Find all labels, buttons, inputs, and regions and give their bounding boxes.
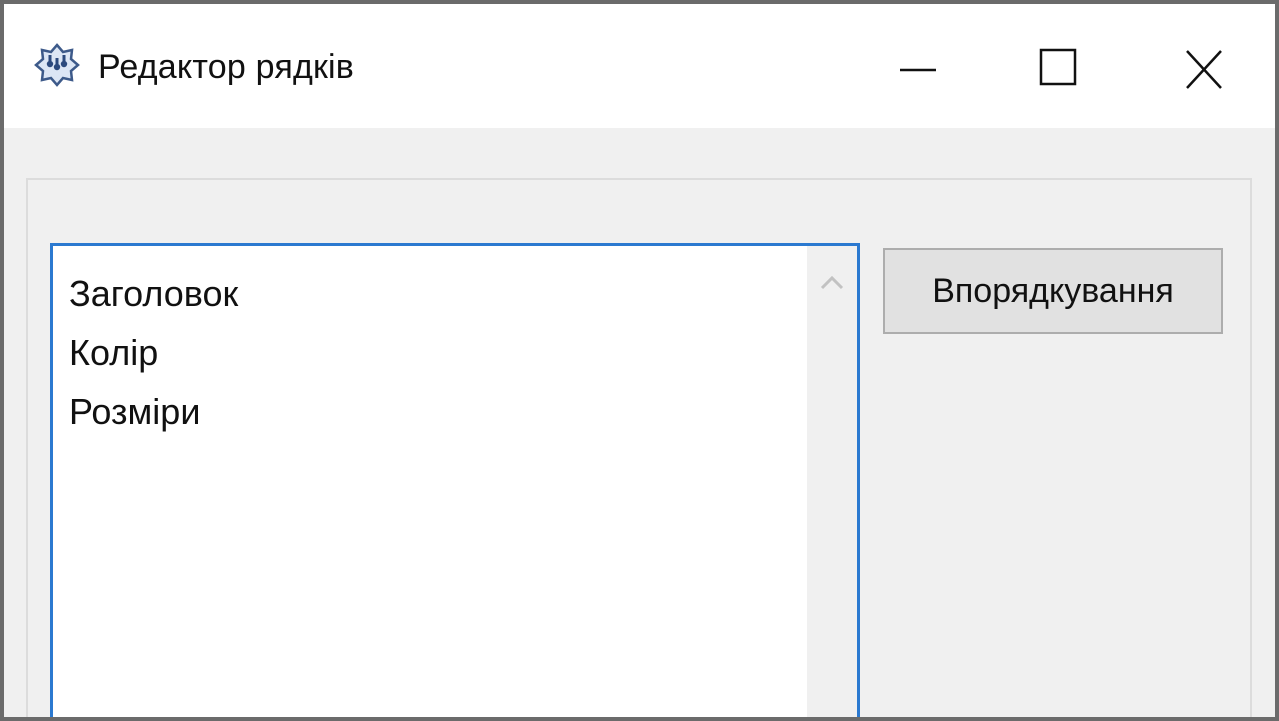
minimize-button[interactable] [844, 4, 994, 128]
strings-listbox[interactable]: Заголовок Колір Розміри [50, 243, 860, 717]
close-button[interactable] [1124, 4, 1274, 128]
minimize-icon [900, 68, 936, 72]
scroll-up-button[interactable] [807, 246, 857, 306]
list-item[interactable]: Колір [69, 323, 238, 382]
title-bar[interactable]: Редактор рядків [4, 4, 1275, 128]
vertical-scrollbar[interactable] [807, 246, 857, 717]
screen-frame: Редактор рядків Заголовок Колір Розміри … [0, 0, 1279, 721]
app-icon [34, 42, 80, 88]
sort-button[interactable]: Впорядкування [883, 248, 1223, 334]
chevron-up-icon [820, 275, 844, 290]
list-item[interactable]: Заголовок [69, 264, 238, 323]
editor-window: Редактор рядків Заголовок Колір Розміри … [4, 4, 1275, 717]
maximize-button[interactable] [978, 4, 1128, 128]
window-title: Редактор рядків [98, 48, 355, 86]
listbox-items: Заголовок Колір Розміри [69, 264, 238, 441]
list-item[interactable]: Розміри [69, 382, 238, 441]
close-icon [1186, 50, 1222, 89]
maximize-icon [1039, 48, 1077, 86]
